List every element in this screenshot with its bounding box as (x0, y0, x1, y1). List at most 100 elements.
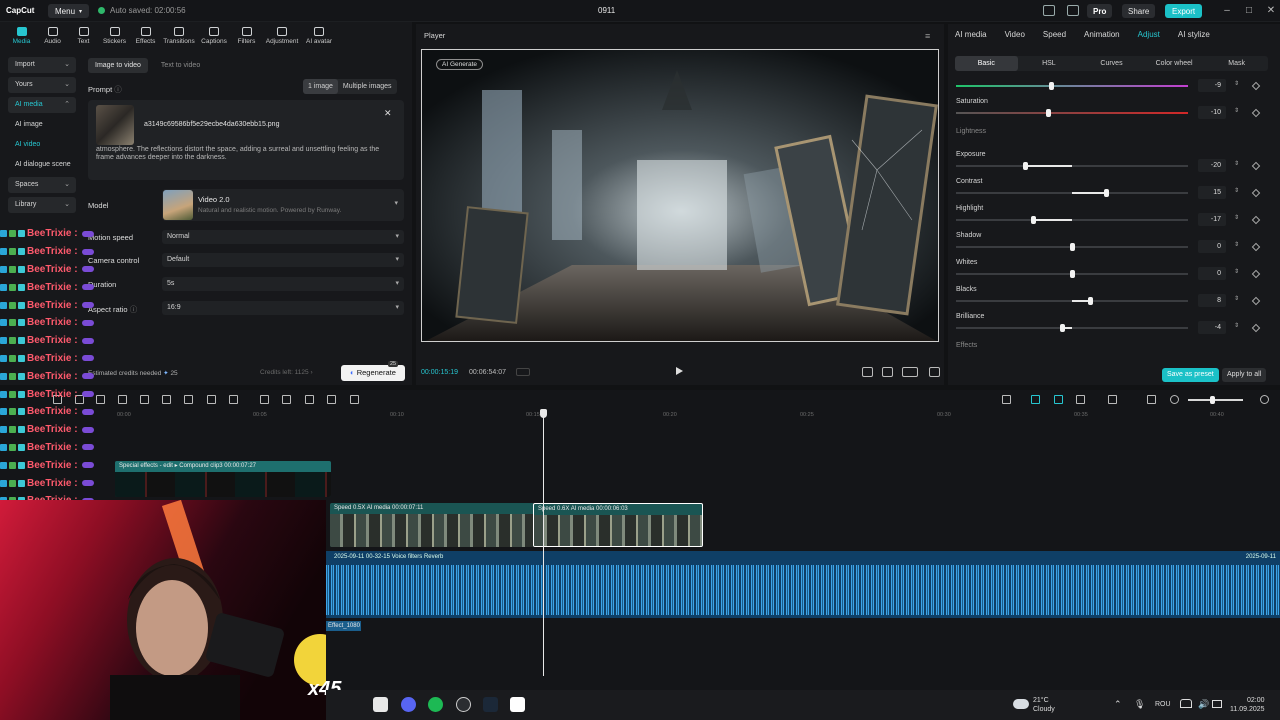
zoom-out-icon[interactable] (1170, 395, 1179, 404)
aspect-ratio-select[interactable]: 16:9 ▾ (162, 301, 404, 315)
stepper-icon[interactable]: ⇕ (1234, 241, 1239, 248)
playhead[interactable] (543, 410, 544, 676)
tab-ai-media[interactable]: AI media (955, 30, 987, 39)
tab-text-to-video[interactable]: Text to video (154, 58, 207, 73)
slider-thumb[interactable] (1060, 324, 1065, 332)
snap-icon[interactable] (1054, 395, 1063, 404)
spotify-icon[interactable] (428, 697, 443, 712)
brilliance-value[interactable]: -4 (1198, 321, 1226, 334)
slider-thumb[interactable] (1088, 297, 1093, 305)
camera-control-select[interactable]: Default ▾ (162, 253, 404, 267)
video-clip-1[interactable]: Speed 0.5X AI media 00:00:07:11 (330, 503, 534, 547)
exposure-slider[interactable] (956, 162, 1188, 170)
link-icon[interactable] (1031, 395, 1040, 404)
tab-transitions[interactable]: Transitions (161, 27, 197, 45)
export-button[interactable]: Export (1165, 4, 1203, 18)
obs-icon[interactable] (456, 697, 471, 712)
mirror-icon[interactable] (282, 395, 291, 404)
blacks-slider[interactable] (956, 297, 1188, 305)
stepper-icon[interactable]: ⇕ (1234, 107, 1239, 114)
stepper-icon[interactable]: ⇕ (1234, 322, 1239, 329)
caption-icon[interactable] (350, 395, 359, 404)
stepper-icon[interactable]: ⇕ (1234, 187, 1239, 194)
split-left-icon[interactable] (118, 395, 127, 404)
video-preview[interactable] (421, 49, 939, 342)
zoom-in-icon[interactable] (1260, 395, 1269, 404)
tab-stickers[interactable]: Stickers (99, 27, 130, 45)
microphone-icon[interactable] (1002, 395, 1011, 404)
chevron-up-icon[interactable]: ⌃ (1114, 699, 1122, 710)
whites-slider[interactable] (956, 270, 1188, 278)
player-menu-icon[interactable]: ≡ (925, 31, 930, 41)
duration-select[interactable]: 5s ▾ (162, 277, 404, 291)
stepper-icon[interactable]: ⇕ (1234, 214, 1239, 221)
regenerate-button[interactable]: ◐ Regenerate (341, 365, 405, 381)
delete-icon[interactable] (162, 395, 171, 404)
tab-animation[interactable]: Animation (1084, 30, 1120, 39)
stepper-icon[interactable]: ⇕ (1234, 268, 1239, 275)
slider-thumb[interactable] (1031, 216, 1036, 224)
slider-thumb[interactable] (1070, 270, 1075, 278)
sidebar-item-ai-video[interactable]: AI video (8, 137, 76, 153)
timeline-view-icon[interactable] (516, 368, 530, 376)
exposure-value[interactable]: -20 (1198, 159, 1226, 172)
tab-curves[interactable]: Curves (1080, 56, 1143, 71)
menu-button[interactable]: Menu ▾ (48, 4, 90, 18)
tab-hsl[interactable]: HSL (1018, 56, 1081, 71)
playhead-handle[interactable] (540, 409, 547, 418)
share-button[interactable]: Share (1122, 4, 1156, 18)
stepper-icon[interactable]: ⇕ (1234, 160, 1239, 167)
language-indicator[interactable]: ROU (1155, 701, 1171, 708)
preview-axis-icon[interactable] (1108, 395, 1117, 404)
system-clock[interactable]: 02:00 11.09.2025 (1230, 696, 1265, 714)
stepper-icon[interactable]: ⇕ (1234, 80, 1239, 87)
microphone-tray-icon[interactable]: 🎙 (1134, 699, 1145, 710)
slider-thumb[interactable] (1046, 109, 1051, 117)
tab-audio[interactable]: Audio (37, 27, 68, 45)
cover-icon[interactable] (1147, 395, 1156, 404)
apply-to-all-button[interactable]: Apply to all (1222, 368, 1267, 382)
tab-adjust[interactable]: Adjust (1138, 30, 1160, 39)
motion-speed-select[interactable]: Normal ▾ (162, 230, 404, 244)
curve-icon[interactable] (229, 395, 238, 404)
ai-edit-icon[interactable] (327, 395, 336, 404)
tint-slider[interactable] (956, 82, 1188, 90)
steam-icon[interactable] (483, 697, 498, 712)
slider-thumb[interactable] (1023, 162, 1028, 170)
shortcuts-icon[interactable] (1067, 5, 1079, 16)
sidebar-item-ai-image[interactable]: AI image (8, 117, 76, 133)
tab-ai-stylize[interactable]: AI stylize (1178, 30, 1210, 39)
tab-mask[interactable]: Mask (1205, 56, 1268, 71)
zoom-slider-thumb[interactable] (1210, 396, 1215, 404)
slider-thumb[interactable] (1104, 189, 1109, 197)
crop-icon[interactable] (207, 395, 216, 404)
slider-thumb[interactable] (1070, 243, 1075, 251)
ratio-icon[interactable] (902, 367, 918, 377)
quality-icon[interactable] (862, 367, 873, 377)
save-as-preset-button[interactable]: Save as preset (1162, 368, 1219, 382)
volume-icon[interactable]: 🔊 (1198, 699, 1209, 710)
tab-multiple-images[interactable]: Multiple images (338, 79, 397, 94)
split-right-icon[interactable] (140, 395, 149, 404)
saturation-value[interactable]: -10 (1198, 106, 1226, 119)
saturation-slider[interactable] (956, 109, 1188, 117)
shadow-slider[interactable] (956, 243, 1188, 251)
zoom-slider[interactable] (1188, 396, 1243, 404)
play-icon[interactable] (676, 367, 683, 375)
tab-image-to-video[interactable]: Image to video (88, 58, 148, 73)
tab-text[interactable]: Text (68, 27, 99, 45)
tab-effects[interactable]: Effects (130, 27, 161, 45)
blacks-value[interactable]: 8 (1198, 294, 1226, 307)
tint-value[interactable]: -9 (1198, 79, 1226, 92)
battery-icon[interactable] (1212, 700, 1222, 708)
highlight-value[interactable]: -17 (1198, 213, 1226, 226)
discord-icon[interactable] (401, 697, 416, 712)
tab-media[interactable]: Media (6, 27, 37, 45)
sidebar-item-spaces[interactable]: Spaces ⌄ (8, 177, 76, 193)
prompt-text[interactable]: atmosphere. The reflections distort the … (96, 146, 396, 162)
stepper-icon[interactable]: ⇕ (1234, 295, 1239, 302)
audio-clip[interactable]: 2025-09-11 00-32-15 Voice filters Reverb… (326, 551, 1280, 618)
credits-left[interactable]: Credits left: 1125 › (260, 369, 313, 376)
pro-button[interactable]: Pro (1087, 4, 1113, 18)
magic-icon[interactable] (305, 395, 314, 404)
